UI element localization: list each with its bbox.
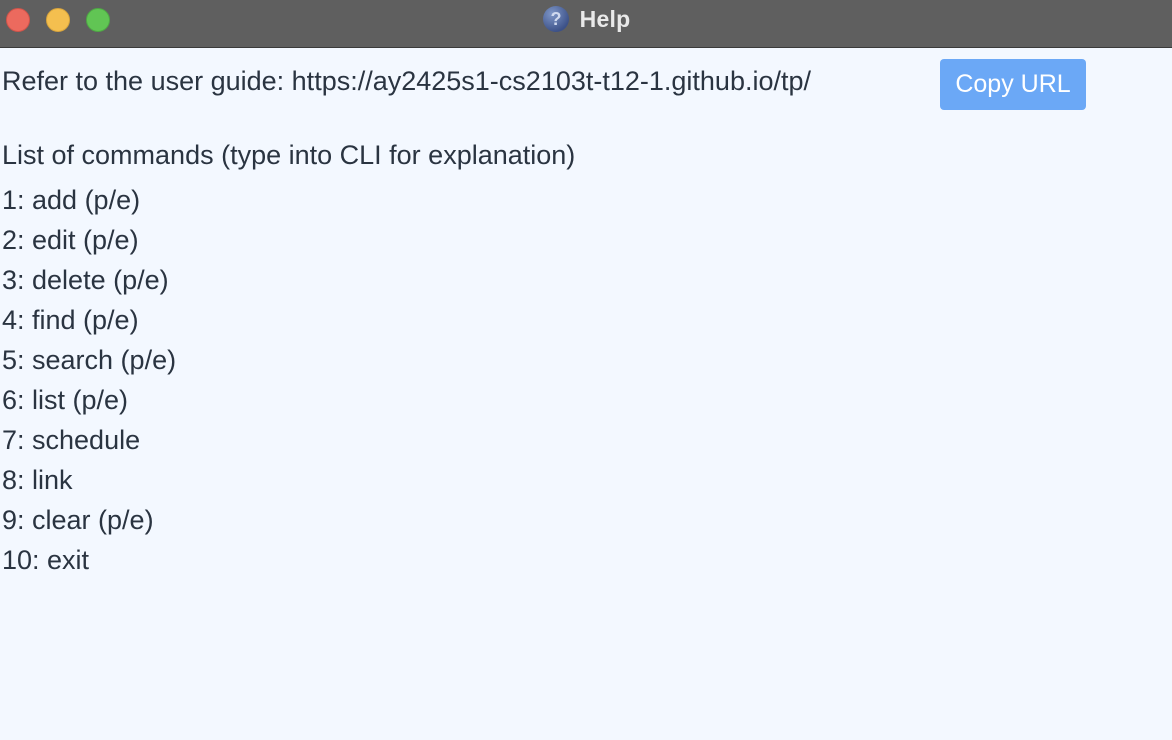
command-list: 1: add (p/e) 2: edit (p/e) 3: delete (p/… xyxy=(2,180,176,580)
command-item: 5: search (p/e) xyxy=(2,345,177,375)
command-item: 3: delete (p/e) xyxy=(2,265,169,295)
copy-url-button[interactable]: Copy URL xyxy=(940,59,1086,110)
command-item: 1: add (p/e) xyxy=(2,185,141,215)
command-item: 4: find (p/e) xyxy=(2,305,139,335)
command-item: 7: schedule xyxy=(2,425,141,455)
command-item: 10: exit xyxy=(2,545,90,575)
svg-text:?: ? xyxy=(550,9,561,29)
window-title: Help xyxy=(579,5,631,32)
window-title-group: ? Help xyxy=(0,4,1172,34)
command-item: 8: link xyxy=(2,465,73,495)
command-item: 9: clear (p/e) xyxy=(2,505,154,535)
question-mark-icon: ? xyxy=(542,6,569,32)
commands-heading: List of commands (type into CLI for expl… xyxy=(2,140,576,170)
user-guide-text: Refer to the user guide: https://ay2425s… xyxy=(2,65,811,96)
title-bar[interactable]: ? Help xyxy=(0,0,1172,48)
command-item: 2: edit (p/e) xyxy=(2,225,139,255)
help-window: ? Help Refer to the user guide: https://… xyxy=(0,0,1172,740)
command-item: 6: list (p/e) xyxy=(2,385,129,415)
help-content: Refer to the user guide: https://ay2425s… xyxy=(0,49,1172,740)
